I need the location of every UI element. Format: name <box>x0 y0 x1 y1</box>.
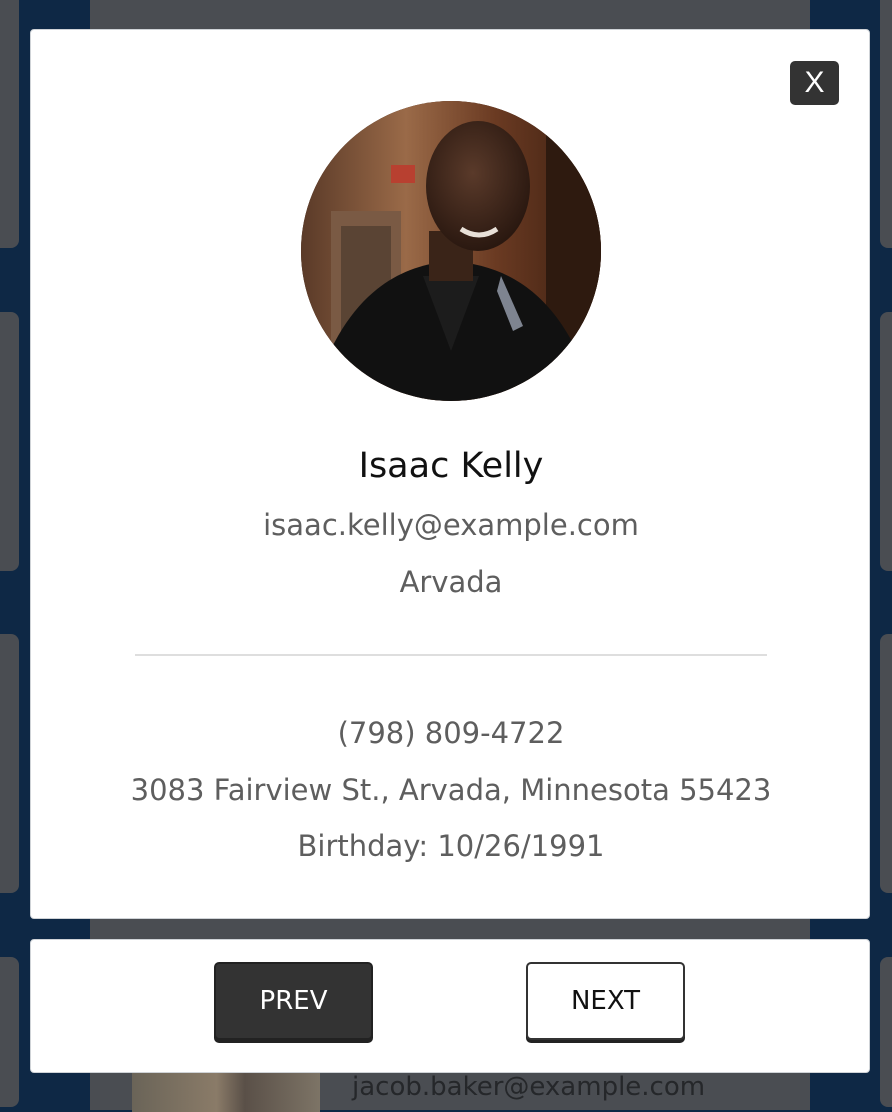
user-address: 3083 Fairview St., Arvada, Minnesota 554… <box>130 773 772 807</box>
navigation-bar: PREV NEXT <box>30 939 870 1073</box>
user-detail-modal: X Isaac Kelly isaac.kelly@example.com Ar… <box>30 29 870 919</box>
prev-button[interactable]: PREV <box>214 962 373 1040</box>
user-name: Isaac Kelly <box>358 446 544 486</box>
divider <box>135 654 767 656</box>
user-email: isaac.kelly@example.com <box>263 508 639 542</box>
modal-overlay: X Isaac Kelly isaac.kelly@example.com Ar… <box>0 0 892 1094</box>
close-button[interactable]: X <box>790 61 839 105</box>
next-button[interactable]: NEXT <box>526 962 685 1040</box>
user-birthday: Birthday: 10/26/1991 <box>297 829 605 863</box>
avatar-photo <box>301 101 601 401</box>
user-phone: (798) 809-4722 <box>337 716 565 750</box>
user-city: Arvada <box>399 565 503 599</box>
avatar <box>301 101 601 401</box>
